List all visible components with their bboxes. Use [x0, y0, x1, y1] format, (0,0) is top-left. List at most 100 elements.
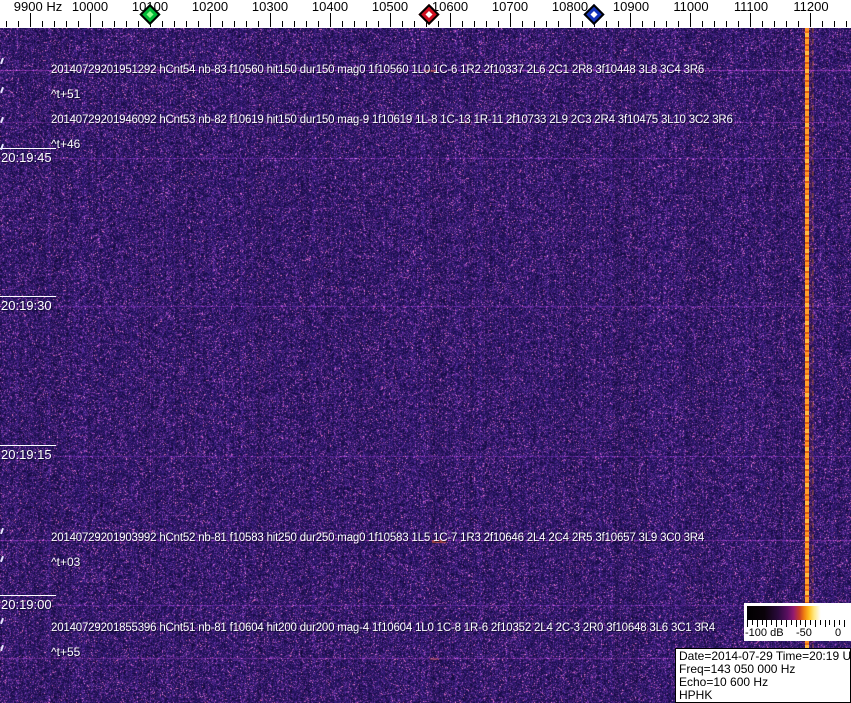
freq-tick-label: 10900	[612, 0, 650, 14]
freq-minor-tick	[846, 21, 847, 27]
freq-minor-tick	[198, 21, 199, 27]
spectrogram-window: 9900 Hz100001010010200103001040010500106…	[0, 0, 851, 703]
color-scale-gradient	[747, 606, 844, 620]
freq-minor-tick	[546, 21, 547, 27]
time-axis-label: 20:19:30	[0, 296, 56, 313]
freq-minor-tick	[66, 21, 67, 27]
freq-minor-tick	[774, 21, 775, 27]
color-scale-tick	[844, 620, 845, 627]
color-scale-tick	[786, 620, 787, 627]
freq-minor-tick	[702, 21, 703, 27]
color-scale-tick	[810, 620, 811, 625]
freq-tick-label: 11200	[793, 0, 829, 14]
freq-minor-tick	[738, 21, 739, 27]
freq-tick-label: 10000	[71, 0, 109, 14]
freq-tick-label: 10300	[251, 0, 289, 14]
freq-minor-tick	[234, 21, 235, 27]
freq-tick-label: 10800	[551, 0, 589, 14]
color-scale-tick	[762, 620, 763, 625]
color-scale-tick	[791, 620, 792, 625]
freq-major-tick	[750, 13, 751, 27]
freq-minor-tick	[606, 21, 607, 27]
freq-major-tick	[510, 13, 511, 27]
freq-minor-tick	[786, 21, 787, 27]
freq-marker-blue-center	[590, 10, 598, 19]
freq-minor-tick	[138, 21, 139, 27]
freq-major-tick	[30, 13, 31, 27]
freq-tick-label: 11000	[673, 0, 709, 14]
freq-minor-tick	[318, 21, 319, 27]
color-scale-tick	[820, 620, 821, 625]
color-scale-tick	[781, 620, 782, 625]
freq-major-tick	[570, 13, 571, 27]
freq-minor-tick	[582, 21, 583, 27]
freq-marker-red-center	[425, 10, 433, 19]
color-scale-tick	[800, 620, 801, 625]
freq-minor-tick	[438, 21, 439, 27]
freq-minor-tick	[306, 21, 307, 27]
detection-log-line: 20140729201903992 hCnt52 nb-81 f10583 hi…	[51, 532, 705, 544]
color-scale-tick	[757, 620, 758, 627]
freq-minor-tick	[486, 21, 487, 27]
freq-major-tick	[270, 13, 271, 27]
freq-minor-tick	[186, 21, 187, 27]
color-scale: -100 dB -50 0	[744, 603, 851, 641]
freq-minor-tick	[498, 21, 499, 27]
freq-tick-label: 10500	[371, 0, 409, 14]
freq-minor-tick	[798, 21, 799, 27]
freq-minor-tick	[642, 21, 643, 27]
color-scale-tick	[829, 620, 830, 625]
frequency-ruler: 9900 Hz100001010010200103001040010500106…	[0, 0, 851, 28]
freq-minor-tick	[18, 21, 19, 27]
detection-time-offset: ^t+51	[51, 87, 81, 101]
freq-major-tick	[810, 13, 811, 27]
freq-minor-tick	[618, 21, 619, 27]
freq-major-tick	[690, 13, 691, 27]
status-info-box: Date=2014-07-29 Time=20:19 UTC Freq=143 …	[675, 648, 851, 703]
time-axis-label: 20:19:00	[0, 595, 56, 612]
color-scale-tick	[805, 620, 806, 627]
freq-minor-tick	[474, 21, 475, 27]
freq-minor-tick	[162, 21, 163, 27]
detection-time-offset: ^t+55	[51, 645, 81, 659]
freq-minor-tick	[54, 21, 55, 27]
freq-minor-tick	[558, 21, 559, 27]
color-scale-label-max: 0	[835, 627, 842, 639]
color-scale-tick	[771, 620, 772, 625]
freq-minor-tick	[414, 21, 415, 27]
detection-log-line: 20140729201951292 hCnt54 nb-83 f10560 hi…	[51, 64, 705, 76]
color-scale-tick	[766, 620, 767, 627]
freq-minor-tick	[6, 21, 7, 27]
freq-minor-tick	[834, 21, 835, 27]
freq-minor-tick	[666, 21, 667, 27]
freq-minor-tick	[222, 21, 223, 27]
spectrogram-canvas	[0, 28, 851, 703]
color-scale-label-mid: -50	[796, 627, 812, 639]
freq-minor-tick	[354, 21, 355, 27]
color-scale-tick	[815, 620, 816, 627]
freq-minor-tick	[114, 21, 115, 27]
color-scale-tick	[776, 620, 777, 627]
freq-tick-label: 9900 Hz	[13, 0, 63, 14]
freq-minor-tick	[246, 21, 247, 27]
freq-minor-tick	[714, 21, 715, 27]
color-scale-tick	[839, 620, 840, 625]
freq-minor-tick	[126, 21, 127, 27]
freq-major-tick	[210, 13, 211, 27]
freq-minor-tick	[726, 21, 727, 27]
time-axis-label: 20:19:45	[0, 148, 56, 165]
freq-minor-tick	[174, 21, 175, 27]
detection-time-offset: ^t+03	[51, 555, 81, 569]
color-scale-tick	[825, 620, 826, 627]
color-scale-tick	[747, 620, 748, 627]
info-station: HPHK	[679, 688, 713, 702]
detection-log-line: 20140729201855396 hCnt51 nb-81 f10604 hi…	[51, 622, 715, 634]
freq-minor-tick	[366, 21, 367, 27]
freq-minor-tick	[822, 21, 823, 27]
freq-minor-tick	[522, 21, 523, 27]
freq-tick-label: 11100	[733, 0, 769, 14]
freq-tick-label: 10700	[491, 0, 529, 14]
freq-major-tick	[90, 13, 91, 27]
freq-minor-tick	[654, 21, 655, 27]
time-axis-label: 20:19:15	[0, 445, 56, 462]
